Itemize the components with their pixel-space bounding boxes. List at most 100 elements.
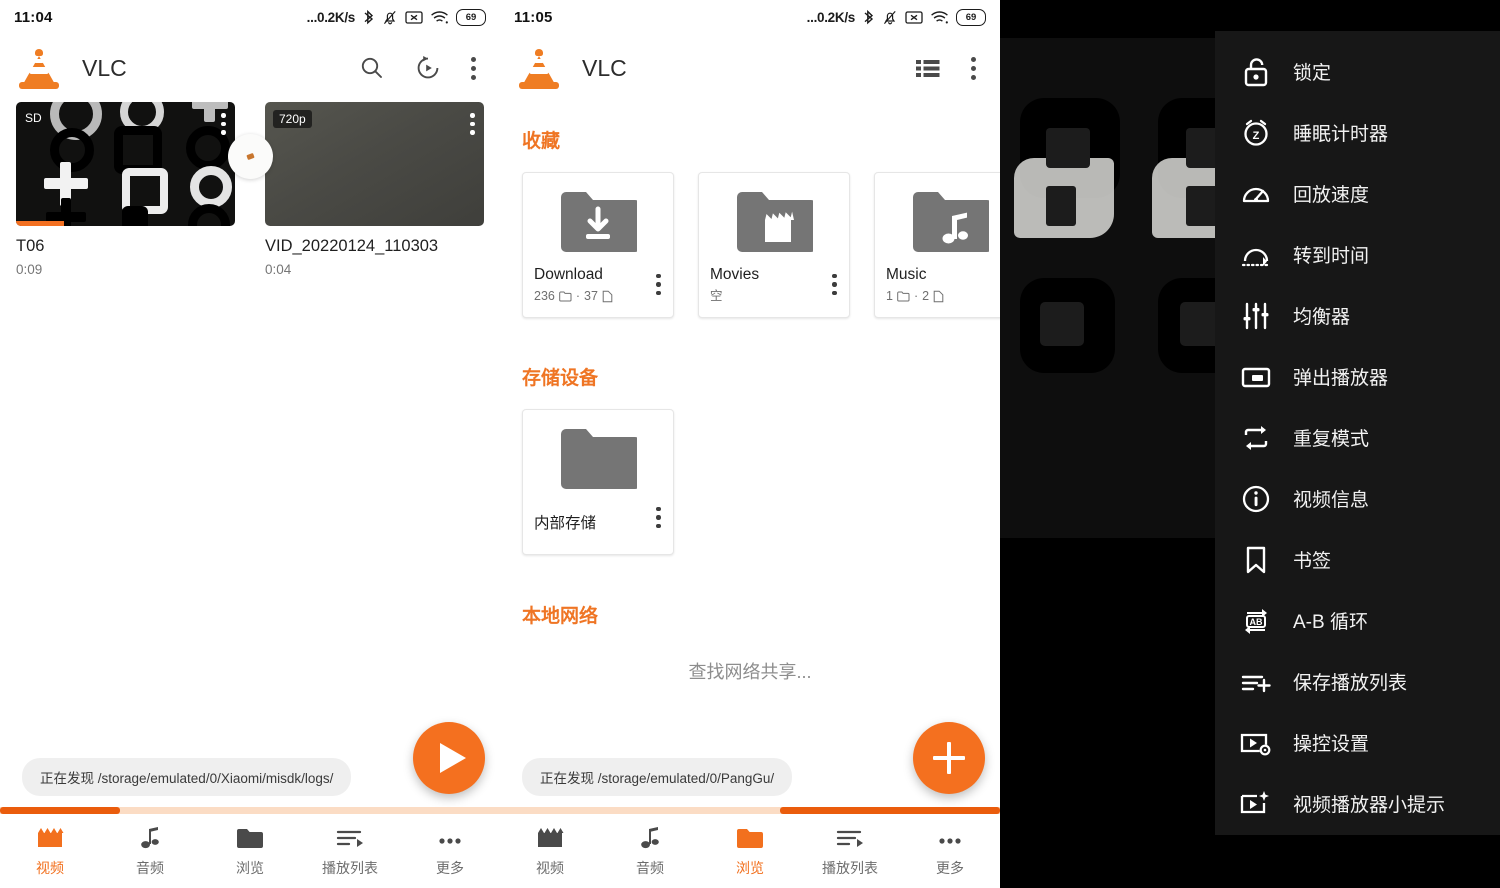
nav-item-browse[interactable]: 浏览 [700,824,800,878]
menu-item-equalizer[interactable]: 均衡器 [1215,285,1500,346]
equalizer-icon [1233,300,1279,332]
menu-item-player-tips[interactable]: 视频播放器小提示 [1215,773,1500,834]
menu-item-save-playlist[interactable]: 保存播放列表 [1215,651,1500,712]
app-bar-actions-1 [359,55,482,81]
folder-name: Music [886,266,927,283]
folder-overflow-icon[interactable] [656,273,661,295]
folder-counts: 1 · 2 [886,290,1000,303]
nav-item-more[interactable]: 更多 [900,824,1000,878]
player-options-menu: 锁定 Z 睡眠计时器 回放速度 转到时间 均衡器 弹出播放器 重复模式 视频信息… [1215,31,1500,835]
more-icon [436,824,464,850]
nav-item-video[interactable]: 视频 [500,824,600,878]
menu-item-label: 视频信息 [1293,490,1370,511]
video-card[interactable]: 720p VID_20220124_110303 0:04 [265,102,484,277]
menu-item-label: 操控设置 [1293,734,1370,755]
video-thumbnail[interactable]: 720p [265,102,484,226]
folder-card-music[interactable]: Music 1 · 2 [874,172,1000,318]
nav-label: 播放列表 [822,860,878,876]
nav-item-playlist[interactable]: 播放列表 [800,824,900,878]
video-title: T06 [16,237,45,255]
folder-name: Movies [710,266,760,283]
svg-text:Z: Z [1253,130,1260,142]
vlc-logo-icon [518,47,560,89]
menu-item-bookmarks[interactable]: 书签 [1215,529,1500,590]
nav-item-browse[interactable]: 浏览 [200,824,300,878]
nav-label: 视频 [536,860,564,876]
status-bar-1: 11:04 ...0.2K/s 69 [0,0,500,34]
play-fab-button[interactable] [413,722,485,794]
folder-meta: 内部存储 [523,516,673,532]
nav-label: 视频 [36,860,64,876]
overflow-icon[interactable] [471,56,476,80]
add-fab-button[interactable] [913,722,985,794]
app-title: VLC [582,54,627,81]
nav-item-audio[interactable]: 音频 [100,824,200,878]
folder-card-internal-storage[interactable]: 内部存储 [522,409,674,555]
video-card[interactable]: SD T06 0:09 [16,102,235,277]
nav-item-video[interactable]: 视频 [0,824,100,878]
menu-item-playback-speed[interactable]: 回放速度 [1215,163,1500,224]
folder-counts: 空 [710,289,838,303]
nav-label: 音频 [636,860,664,876]
wifi-icon [430,10,449,25]
network-status-message: 查找网络共享... [688,662,812,682]
svg-text:AB: AB [1250,617,1263,627]
scroll-indicator-2[interactable] [500,807,1000,814]
menu-item-jump-to-time[interactable]: 转到时间 [1215,224,1500,285]
repeat-icon [1233,422,1279,454]
menu-item-label: 转到时间 [1293,246,1370,267]
panel-browse: 11:05 ...0.2K/s 69 VLC 收藏 Download 236 ·… [500,0,1000,888]
panel-video-library: 11:04 ...0.2K/s 69 VLC SD T06 0:09 720p … [0,0,500,888]
history-icon[interactable] [415,55,441,81]
video-title: VID_20220124_110303 [265,237,439,255]
video-overflow-icon[interactable] [470,113,475,135]
playlist-icon [336,824,364,850]
playlist-icon [836,824,864,850]
nav-label: 浏览 [236,860,264,876]
overflow-icon[interactable] [971,56,976,80]
music-note-icon [138,824,162,850]
folder-meta: Music 1 · 2 [875,267,1000,303]
menu-item-repeat-mode[interactable]: 重复模式 [1215,407,1500,468]
vlc-logo-icon [18,47,60,89]
app-bar-1: VLC [0,34,500,102]
status-clock: 11:04 [14,8,53,26]
menu-item-sleep-timer[interactable]: Z 睡眠计时器 [1215,102,1500,163]
video-overflow-icon[interactable] [221,113,226,135]
scroll-indicator-1[interactable] [0,807,500,814]
nav-item-audio[interactable]: 音频 [600,824,700,878]
app-bar-2: VLC [500,34,1000,102]
folder-overflow-icon[interactable] [832,273,837,295]
jump-to-time-icon [1233,239,1279,271]
menu-item-label: 均衡器 [1293,307,1351,328]
menu-item-video-info[interactable]: 视频信息 [1215,468,1500,529]
status-icons: ...0.2K/s 69 [807,8,986,26]
section-title-favorites: 收藏 [522,131,561,152]
bluetooth-icon [362,9,375,26]
menu-item-popup-player[interactable]: 弹出播放器 [1215,346,1500,407]
file-count: 2 [922,288,930,303]
menu-item-ab-repeat[interactable]: AB A-B 循环 [1215,590,1500,651]
menu-item-label: 视频播放器小提示 [1293,795,1446,816]
folder-overflow-icon[interactable] [656,506,661,528]
menu-item-lock[interactable]: 锁定 [1215,41,1500,102]
folder-small-icon [897,291,910,301]
folder-card-download[interactable]: Download 236 · 37 [522,172,674,318]
folder-name: 内部存储 [534,515,597,532]
search-icon[interactable] [359,55,385,81]
video-thumbnail[interactable]: SD [16,102,235,226]
folder-count: 236 [534,288,555,303]
list-view-icon[interactable] [915,57,941,79]
bell-muted-icon [882,9,898,26]
section-title-network: 本地网络 [522,606,599,627]
status-icons: ...0.2K/s 69 [307,8,486,26]
plus-icon [933,742,965,774]
player-tips-icon [1233,788,1279,820]
folder-card-movies[interactable]: Movies 空 [698,172,850,318]
nav-item-playlist[interactable]: 播放列表 [300,824,400,878]
folder-meta: Movies 空 [699,267,849,302]
battery-icon: 69 [956,8,986,26]
menu-item-label: 睡眠计时器 [1293,124,1389,145]
nav-item-more[interactable]: 更多 [400,824,500,878]
menu-item-player-settings[interactable]: 操控设置 [1215,712,1500,773]
